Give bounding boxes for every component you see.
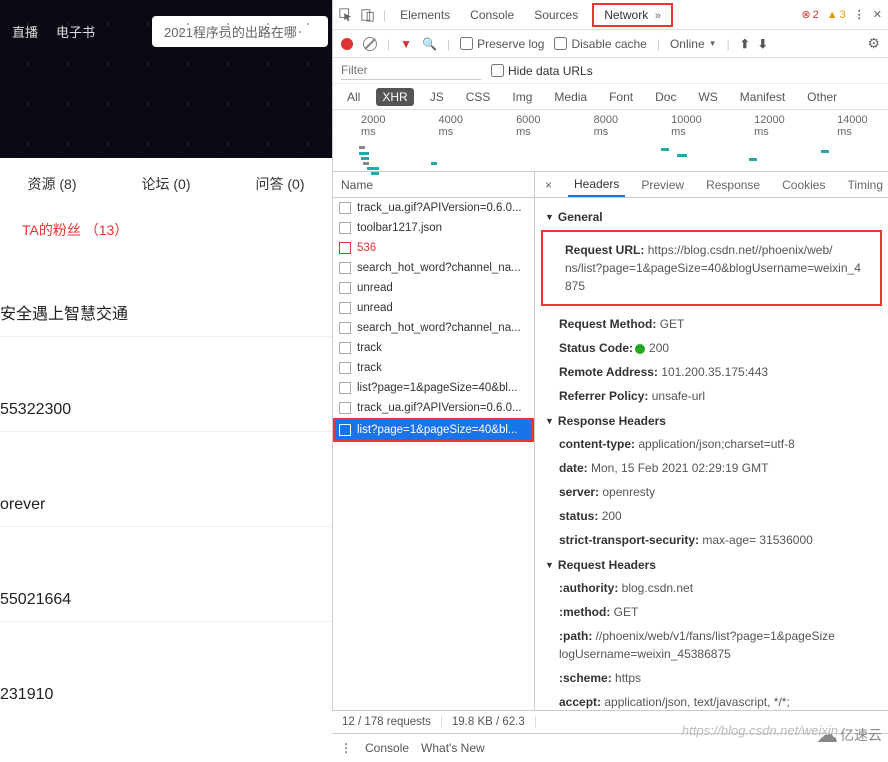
webpage-panel: 直播 电子书 2021程序员的出路在哪 资源 (8) 论坛 (0) 问答 (0)… <box>0 0 332 762</box>
kebab-icon[interactable]: ⋮ <box>854 8 865 21</box>
chevron-right-icon: » <box>655 10 661 22</box>
request-row[interactable]: search_hot_word?channel_na... <box>333 318 534 338</box>
list-item[interactable]: 安全遇上智慧交通 <box>0 240 332 336</box>
banner-tab-live[interactable]: 直播 <box>12 22 38 41</box>
type-doc[interactable]: Doc <box>649 88 682 106</box>
tab-network[interactable]: Network » <box>592 3 673 27</box>
request-row[interactable]: unread <box>333 278 534 298</box>
gear-icon[interactable]: ⚙ <box>867 35 880 52</box>
type-manifest[interactable]: Manifest <box>734 88 791 106</box>
tab-elements[interactable]: Elements <box>394 2 456 28</box>
page-banner: 直播 电子书 2021程序员的出路在哪 <box>0 0 332 158</box>
request-count: 12 / 178 requests <box>332 716 442 728</box>
search-box[interactable]: 2021程序员的出路在哪 <box>152 16 328 47</box>
request-row[interactable]: track_ua.gif?APIVersion=0.6.0... <box>333 198 534 218</box>
list-item[interactable]: orever <box>0 431 332 526</box>
list-item[interactable]: 55322300 <box>0 336 332 431</box>
list-item[interactable]: 55021664 <box>0 526 332 621</box>
cloud-icon: ☁ <box>816 722 838 748</box>
watermark: https://blog.csdn.net/weixin <box>682 723 838 738</box>
file-icon <box>339 362 351 374</box>
file-icon <box>339 402 351 414</box>
file-icon <box>339 242 351 254</box>
disable-cache-checkbox[interactable]: Disable cache <box>554 37 646 51</box>
file-icon <box>339 262 351 274</box>
device-icon[interactable] <box>361 8 375 22</box>
search-icon[interactable]: 🔍 <box>422 37 437 51</box>
type-media[interactable]: Media <box>548 88 593 106</box>
type-xhr[interactable]: XHR <box>376 88 413 106</box>
type-img[interactable]: Img <box>506 88 538 106</box>
file-icon <box>339 282 351 294</box>
nav-resources[interactable]: 资源 (8) <box>24 166 81 202</box>
request-row[interactable]: 536 <box>333 238 534 258</box>
file-icon <box>339 424 351 436</box>
file-icon <box>339 382 351 394</box>
request-row[interactable]: search_hot_word?channel_na... <box>333 258 534 278</box>
general-section[interactable]: ▼General <box>545 204 878 228</box>
devtools-tabbar: | Elements Console Sources Network » ⊗2 … <box>333 0 888 30</box>
type-filter-row: All XHR JS CSS Img Media Font Doc WS Man… <box>333 84 888 110</box>
banner-tab-ebook[interactable]: 电子书 <box>56 22 95 41</box>
file-icon <box>339 222 351 234</box>
nav-forum[interactable]: 论坛 (0) <box>138 166 195 202</box>
throttling-dropdown[interactable]: Online▼ <box>670 37 717 51</box>
drawer-whatsnew-tab[interactable]: What's New <box>421 741 485 755</box>
drawer-console-tab[interactable]: Console <box>365 741 409 755</box>
request-row[interactable]: track_ua.gif?APIVersion=0.6.0... <box>333 398 534 418</box>
type-font[interactable]: Font <box>603 88 639 106</box>
request-row-selected[interactable]: list?page=1&pageSize=40&bl... <box>333 418 534 442</box>
triangle-down-icon: ▼ <box>545 560 554 570</box>
filter-icon[interactable]: ▼ <box>400 37 412 51</box>
request-headers-section[interactable]: ▼Request Headers <box>545 552 878 576</box>
file-icon <box>339 342 351 354</box>
kebab-icon[interactable]: ⋮ <box>340 741 353 755</box>
network-toolbar: | ▼ 🔍 | Preserve log Disable cache | Onl… <box>333 30 888 58</box>
inspect-icon[interactable] <box>339 8 353 22</box>
request-details: × Headers Preview Response Cookies Timin… <box>535 172 888 734</box>
request-row[interactable]: track <box>333 338 534 358</box>
devtools-panel: | Elements Console Sources Network » ⊗2 … <box>332 0 888 762</box>
triangle-down-icon: ▼ <box>545 416 554 426</box>
filter-input[interactable] <box>341 61 481 80</box>
nav-qa[interactable]: 问答 (0) <box>252 166 309 202</box>
close-icon[interactable]: ✕ <box>873 8 882 21</box>
record-icon[interactable] <box>341 38 353 50</box>
request-list: Name track_ua.gif?APIVersion=0.6.0... to… <box>333 172 535 734</box>
type-css[interactable]: CSS <box>460 88 497 106</box>
download-icon[interactable]: ⬇ <box>758 37 768 51</box>
hide-data-urls-checkbox[interactable]: Hide data URLs <box>491 64 593 78</box>
request-url-highlight: Request URL: https://blog.csdn.net//phoe… <box>541 230 882 306</box>
clear-icon[interactable] <box>363 37 377 51</box>
transfer-size: 19.8 KB / 62.3 <box>442 716 536 728</box>
tab-sources[interactable]: Sources <box>528 2 584 28</box>
type-other[interactable]: Other <box>801 88 843 106</box>
drawer-tabbar: ⋮ Console What's New <box>332 734 888 762</box>
waterfall-overview[interactable]: 2000 ms 4000 ms 6000 ms 8000 ms 10000 ms… <box>333 110 888 172</box>
type-js[interactable]: JS <box>424 88 450 106</box>
file-icon <box>339 302 351 314</box>
list-item[interactable]: 231910 <box>0 621 332 716</box>
type-ws[interactable]: WS <box>692 88 723 106</box>
request-row[interactable]: track <box>333 358 534 378</box>
preserve-log-checkbox[interactable]: Preserve log <box>460 37 544 51</box>
request-row[interactable]: toolbar1217.json <box>333 218 534 238</box>
fans-link[interactable]: TA的粉丝 （13） <box>0 202 332 240</box>
status-dot-icon <box>635 344 645 354</box>
upload-icon[interactable]: ⬆ <box>740 37 750 51</box>
response-headers-section[interactable]: ▼Response Headers <box>545 408 878 432</box>
triangle-down-icon: ▼ <box>545 212 554 222</box>
warning-count[interactable]: ▲3 <box>827 9 846 21</box>
yisu-logo: ☁ 亿速云 <box>816 722 882 748</box>
page-nav: 资源 (8) 论坛 (0) 问答 (0) <box>0 158 332 202</box>
request-row[interactable]: list?page=1&pageSize=40&bl... <box>333 378 534 398</box>
type-all[interactable]: All <box>341 88 366 106</box>
file-icon <box>339 202 351 214</box>
file-icon <box>339 322 351 334</box>
error-count[interactable]: ⊗2 <box>801 8 818 21</box>
request-row[interactable]: unread <box>333 298 534 318</box>
tab-console[interactable]: Console <box>464 2 520 28</box>
